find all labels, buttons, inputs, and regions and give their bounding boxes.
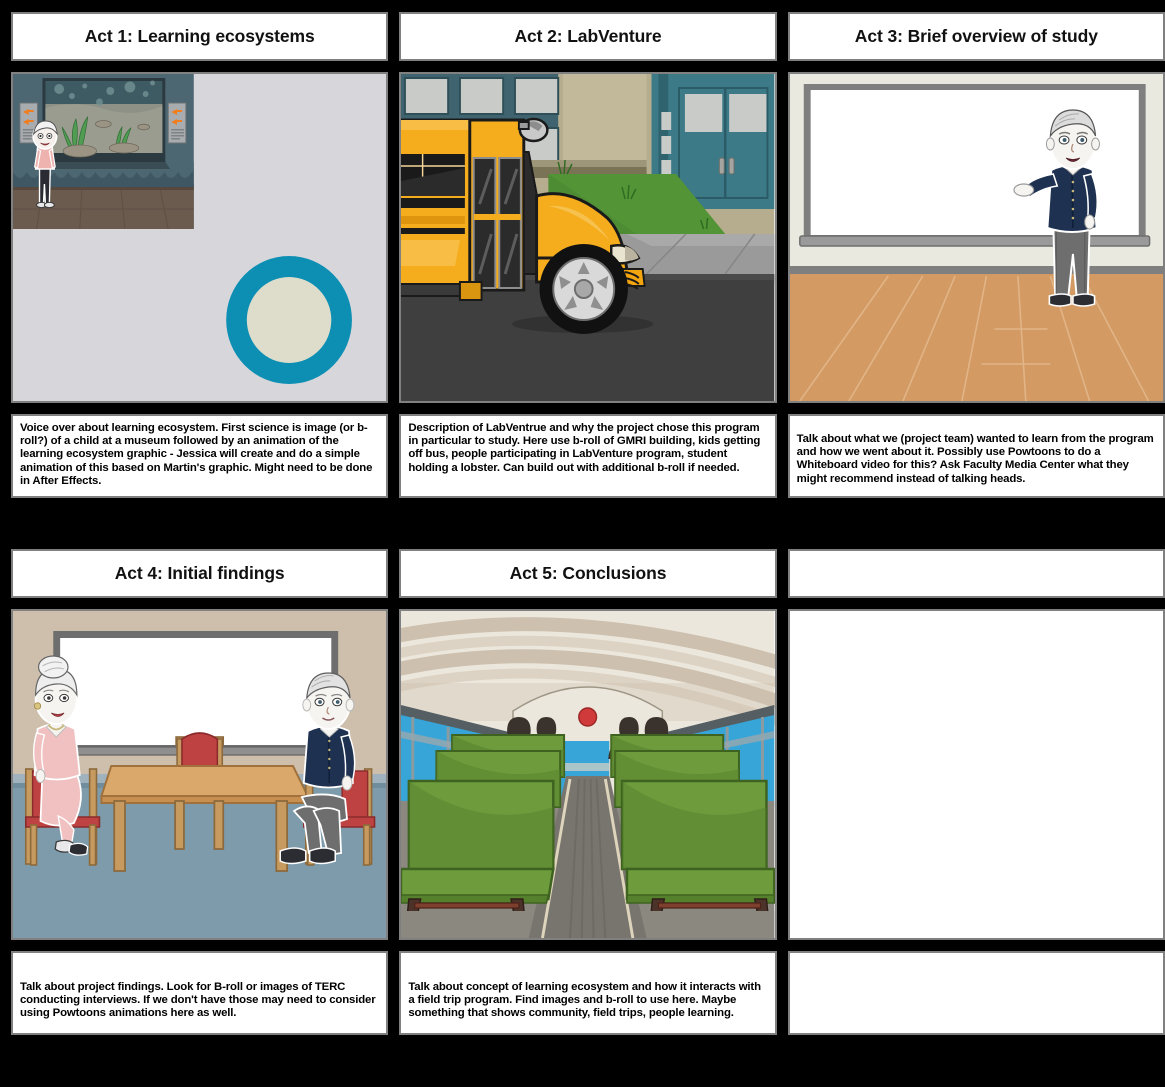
museum-photo [13,74,194,230]
storyboard-panel-4[interactable]: Act 4: Initial findings Talk about proje… [11,549,389,1035]
bus-roof-light [518,117,549,143]
museum-sign-right [167,102,187,144]
school-bus-interior-illustration [401,611,775,938]
storyboard-panel-2[interactable]: Act 2: LabVenture Description of LabVent… [399,12,777,498]
panel-1-scene[interactable] [11,72,389,403]
panel-5-title-box[interactable]: Act 5: Conclusions [399,549,777,598]
panel-3-caption: Talk about what we (project team) wanted… [796,433,1157,485]
panel-6-caption-box[interactable] [787,951,1165,1035]
panel-5-caption-box[interactable]: Talk about concept of learning ecosystem… [399,951,777,1035]
panel-2-title: Act 2: LabVenture [514,25,662,46]
whiteboard [798,84,1150,247]
panel-6-scene[interactable] [787,609,1165,940]
panel-4-title: Act 4: Initial findings [114,562,285,583]
storyboard-panel-6[interactable] [787,549,1165,1035]
panel-4-title-box[interactable]: Act 4: Initial findings [11,549,389,598]
panel-1-title: Act 1: Learning ecosystems [84,25,315,46]
classroom-interview-illustration [13,611,387,938]
panel-1-title-box[interactable]: Act 1: Learning ecosystems [11,12,389,61]
panel-5-caption: Talk about concept of learning ecosystem… [408,981,764,1020]
panel-4-caption-box[interactable]: Talk about project findings. Look for B-… [11,951,389,1035]
storyboard-panel-5[interactable]: Act 5: Conclusions Talk about concept of… [399,549,777,1035]
whiteboard-presenter-illustration [789,74,1163,401]
panel-1-caption-box[interactable]: Voice over about learning ecosystem. Fir… [11,414,389,498]
teal-donut-graphic [226,256,352,384]
panel-3-title: Act 3: Brief overview of study [854,25,1098,46]
panel-6-title-box[interactable] [787,549,1165,598]
panel-1-caption: Voice over about learning ecosystem. Fir… [20,422,376,487]
panel-3-title-box[interactable]: Act 3: Brief overview of study [787,12,1165,61]
storyboard-row-2: Act 4: Initial findings Talk about proje… [0,549,1165,1035]
panel-4-scene[interactable] [11,609,389,940]
school-bus-exterior-illustration [401,74,775,401]
bus-front-wheel [539,244,629,334]
panel-5-scene[interactable] [399,609,777,940]
storyboard-canvas: Act 1: Learning ecosystems Voice over ab… [0,0,1165,1087]
panel-2-scene[interactable] [399,72,777,403]
panel-3-scene[interactable] [787,72,1165,403]
museum-aquarium-illustration [13,74,387,401]
panel-2-caption: Description of LabVentrue and why the pr… [408,422,764,474]
storyboard-row-1: Act 1: Learning ecosystems Voice over ab… [0,12,1165,498]
storyboard-panel-3[interactable]: Act 3: Brief overview of study Talk abou… [787,12,1165,498]
panel-2-title-box[interactable]: Act 2: LabVenture [399,12,777,61]
bus-stop-light [578,707,598,727]
storyboard-panel-1[interactable]: Act 1: Learning ecosystems Voice over ab… [11,12,389,498]
panel-5-title: Act 5: Conclusions [509,562,667,583]
panel-2-caption-box[interactable]: Description of LabVentrue and why the pr… [399,414,777,498]
panel-4-caption: Talk about project findings. Look for B-… [20,981,379,1020]
panel-3-caption-box[interactable]: Talk about what we (project team) wanted… [787,414,1165,498]
